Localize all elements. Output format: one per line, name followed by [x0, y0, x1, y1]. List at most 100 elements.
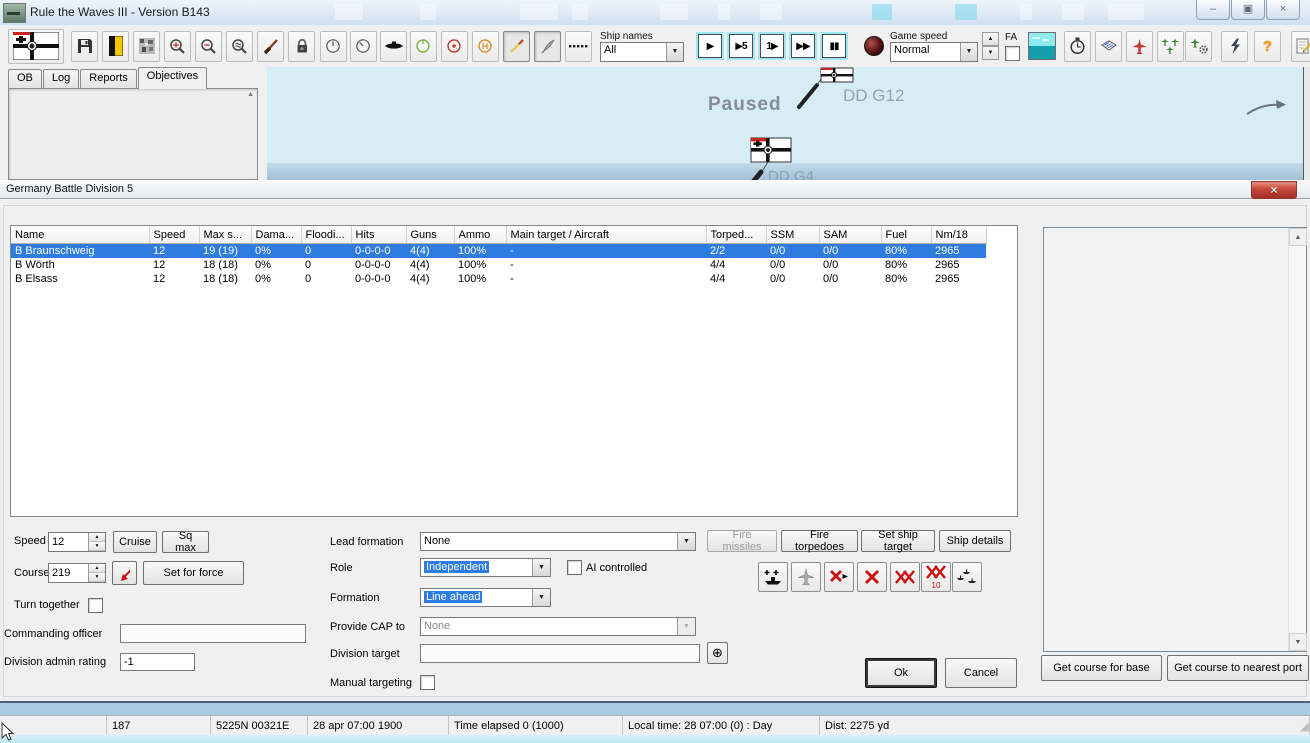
range-circle-button[interactable]	[320, 31, 347, 62]
scroll-down-icon[interactable]: ▼	[1289, 633, 1307, 651]
notes-button[interactable]	[1291, 31, 1310, 62]
save-button[interactable]	[71, 31, 98, 62]
column-header[interactable]: Name	[11, 226, 149, 244]
division-admin-rating-field[interactable]	[120, 653, 195, 671]
splash-line-button[interactable]	[503, 31, 530, 62]
up-arrow-icon[interactable]: ▲	[982, 32, 999, 46]
ship-details-button[interactable]: Ship details	[939, 530, 1011, 552]
column-header[interactable]: Dama...	[251, 226, 301, 244]
fa-checkbox[interactable]	[1005, 46, 1020, 61]
get-course-to-nearest-port-button[interactable]: Get course to nearest port	[1167, 655, 1309, 681]
down-arrow-icon[interactable]: ▼	[89, 573, 105, 582]
quill-button[interactable]	[534, 31, 561, 62]
pause-button[interactable]: ▮▮	[822, 34, 846, 58]
ai-controlled-checkbox[interactable]	[567, 560, 582, 575]
help-button[interactable]: ?	[1254, 31, 1281, 62]
german-ensign-flag-button[interactable]	[8, 29, 64, 64]
objectives-panel[interactable]: ▲	[8, 88, 258, 180]
gunnery-button[interactable]	[257, 31, 284, 62]
column-header[interactable]: Nm/18	[931, 226, 986, 244]
screenshot-button[interactable]	[133, 31, 160, 62]
set-course-arrow-button[interactable]	[112, 561, 137, 585]
green-circle-button[interactable]	[410, 31, 437, 62]
column-header[interactable]: Torped...	[706, 226, 766, 244]
fire-torpedoes-button[interactable]: Fire torpedoes	[781, 530, 858, 552]
map-scrollbar[interactable]	[1303, 67, 1310, 180]
table-row[interactable]: B Elsass1218 (18)0%00-0-0-04(4)100%-4/40…	[11, 272, 986, 286]
get-course-for-base-button[interactable]: Get course for base	[1041, 655, 1162, 681]
record-indicator[interactable]	[864, 36, 884, 56]
play-step-button[interactable]: 1▶	[760, 34, 784, 58]
column-header[interactable]: SAM	[819, 226, 881, 244]
listbox-scrollbar[interactable]: ▲ ▼	[1288, 228, 1306, 651]
play-button[interactable]: ▶	[698, 34, 722, 58]
friendly-aircraft-button[interactable]	[1157, 31, 1184, 62]
sea-color-swatch[interactable]	[1028, 32, 1056, 60]
sq-max-button[interactable]: Sq max	[162, 531, 209, 553]
maximize-button[interactable]: ▣	[1231, 0, 1265, 20]
tab-objectives[interactable]: Objectives	[138, 67, 207, 89]
column-header[interactable]: SSM	[766, 226, 819, 244]
speed-input[interactable]	[49, 533, 88, 551]
game-speed-stepper[interactable]: ▲▼	[982, 32, 999, 60]
right-listbox[interactable]: ▲ ▼	[1043, 227, 1307, 652]
pick-target-button[interactable]: ⊕	[707, 642, 728, 664]
cancel-button[interactable]: Cancel	[945, 658, 1017, 688]
column-header[interactable]: Main target / Aircraft	[506, 226, 706, 244]
minimize-button[interactable]: –	[1196, 0, 1230, 20]
table-row[interactable]: B Braunschweig1219 (19)0%00-0-0-04(4)100…	[11, 244, 986, 259]
column-header[interactable]: Fuel	[881, 226, 931, 244]
tab-ob[interactable]: OB	[8, 69, 42, 89]
play-5-button[interactable]: ▶5	[729, 34, 753, 58]
formation-dropdown[interactable]: Line ahead ▼	[420, 588, 551, 607]
window-titlebar[interactable]: Rule the Waves III - Version B143 – ▣ ×	[0, 0, 1310, 26]
commanding-officer-field[interactable]	[120, 624, 306, 643]
ship-silhouette-button[interactable]	[380, 31, 407, 62]
range-circle-2-button[interactable]	[350, 31, 377, 62]
column-header[interactable]: Hits	[351, 226, 406, 244]
cancel-orders-10-button[interactable]: 10	[921, 562, 951, 592]
game-speed-dropdown[interactable]: Normal ▼	[890, 42, 978, 62]
speed-stepper[interactable]: ▲▼	[48, 532, 106, 552]
down-arrow-icon[interactable]: ▼	[982, 46, 999, 60]
red-circle-button[interactable]	[441, 31, 468, 62]
signal-flag-button[interactable]	[102, 31, 129, 62]
signal-book-button[interactable]	[1095, 31, 1122, 62]
tab-reports[interactable]: Reports	[80, 69, 137, 89]
ok-button[interactable]: Ok	[865, 658, 937, 688]
fire-missiles-button[interactable]: Fire missiles	[707, 530, 777, 552]
scroll-up-icon[interactable]: ▲	[247, 91, 254, 98]
lightning-button[interactable]	[1221, 31, 1248, 62]
close-button[interactable]: ×	[1266, 0, 1300, 20]
tab-log[interactable]: Log	[43, 69, 79, 89]
down-arrow-icon[interactable]: ▼	[89, 542, 105, 551]
add-ship-button[interactable]	[758, 562, 788, 592]
zoom-out-button[interactable]	[195, 31, 222, 62]
cruise-button[interactable]: Cruise	[113, 531, 157, 553]
cancel-order-button[interactable]	[857, 562, 887, 592]
column-header[interactable]: Floodi...	[301, 226, 351, 244]
zoom-reset-button[interactable]	[226, 31, 253, 62]
set-for-force-button[interactable]: Set for force	[143, 561, 244, 585]
aircraft-settings-button[interactable]	[1185, 31, 1212, 62]
division-target-field[interactable]	[420, 644, 700, 663]
table-row[interactable]: B Wörth1218 (18)0%00-0-0-04(4)100%-4/40/…	[11, 258, 986, 272]
dialog-close-button[interactable]: ×	[1251, 181, 1297, 199]
column-header[interactable]: Speed	[149, 226, 199, 244]
column-header[interactable]: Guns	[406, 226, 454, 244]
formation-ships-button[interactable]	[952, 562, 982, 592]
stopwatch-button[interactable]	[1064, 31, 1091, 62]
dialog-titlebar[interactable]: Germany Battle Division 5 ×	[0, 180, 1310, 199]
resize-grip[interactable]: ◢	[1300, 719, 1309, 733]
column-header[interactable]: Ammo	[454, 226, 506, 244]
enemy-aircraft-button[interactable]	[1126, 31, 1153, 62]
play-fast-button[interactable]: ▶▶	[791, 34, 815, 58]
ship-names-dropdown[interactable]: All ▼	[600, 42, 684, 62]
role-dropdown[interactable]: Independent ▼	[420, 558, 551, 577]
set-ship-target-button[interactable]: Set ship target	[861, 530, 935, 552]
trail-dots-button[interactable]	[565, 31, 592, 62]
tactical-map[interactable]: Paused DD G12 DD G4	[267, 67, 1310, 180]
up-arrow-icon[interactable]: ▲	[89, 564, 105, 573]
cancel-all-orders-button[interactable]	[890, 562, 920, 592]
lead-formation-dropdown[interactable]: None ▼	[420, 532, 696, 551]
